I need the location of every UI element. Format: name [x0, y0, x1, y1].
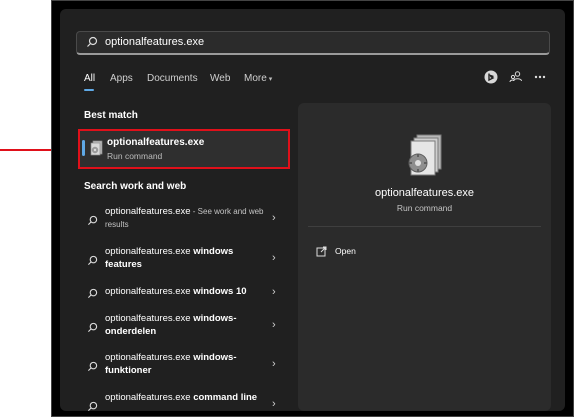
- chevron-right-icon[interactable]: ›: [272, 398, 276, 410]
- best-match-heading: Best match: [84, 110, 138, 121]
- web-result-query: optionalfeatures.exe: [105, 246, 194, 257]
- web-result-text: optionalfeatures.exe - See work and web …: [105, 205, 265, 231]
- app-icon: [90, 140, 103, 156]
- tab-active-indicator: [84, 89, 94, 91]
- preview-subtitle: Run command: [396, 203, 453, 213]
- web-result-query: optionalfeatures.exe: [105, 286, 194, 297]
- preview-title: optionalfeatures.exe: [374, 187, 475, 199]
- web-result[interactable]: optionalfeatures.exe - See work and web …: [78, 205, 290, 243]
- chevron-right-icon[interactable]: ›: [272, 212, 276, 224]
- web-result-text: optionalfeatures.exe windows-funktioner: [105, 351, 265, 377]
- chevron-right-icon[interactable]: ›: [272, 286, 276, 298]
- more-icon[interactable]: [534, 75, 546, 79]
- web-result-text: optionalfeatures.exe windows-onderdelen: [105, 312, 265, 338]
- web-result[interactable]: optionalfeatures.exe windows-onderdelen …: [78, 312, 290, 350]
- search-icon: [87, 288, 98, 299]
- search-panel: optionalfeatures.exe All Apps Documents …: [60, 9, 565, 411]
- chevron-right-icon[interactable]: ›: [272, 252, 276, 264]
- top-right-icons: [60, 69, 565, 89]
- bing-icon[interactable]: [484, 70, 498, 84]
- search-icon: [87, 361, 98, 372]
- best-match-title: optionalfeatures.exe: [107, 137, 205, 148]
- divider: [308, 226, 541, 227]
- start-search-window: optionalfeatures.exe All Apps Documents …: [51, 0, 574, 417]
- web-result[interactable]: optionalfeatures.exe windows features ›: [78, 245, 290, 283]
- web-result-query: optionalfeatures.exe: [105, 313, 194, 324]
- chevron-right-icon[interactable]: ›: [272, 358, 276, 370]
- open-button[interactable]: Open: [316, 244, 356, 262]
- search-input[interactable]: optionalfeatures.exe: [76, 31, 550, 55]
- web-result-text: optionalfeatures.exe windows features: [105, 245, 265, 271]
- search-query: optionalfeatures.exe: [105, 36, 205, 48]
- selection-accent: [82, 140, 85, 156]
- search-icon: [87, 255, 98, 266]
- web-result[interactable]: optionalfeatures.exe command line ›: [78, 391, 290, 411]
- search-icon: [87, 36, 98, 47]
- best-match-subtitle: Run command: [107, 151, 163, 161]
- preview-pane: optionalfeatures.exe Run command Open: [298, 103, 551, 411]
- app-icon: [408, 134, 442, 176]
- search-icon: [87, 401, 98, 411]
- open-label: Open: [335, 246, 356, 256]
- open-icon: [316, 246, 327, 257]
- web-result-query: optionalfeatures.exe: [105, 206, 191, 217]
- web-result-suggestion: windows 10: [193, 286, 247, 297]
- web-result-text: optionalfeatures.exe command line: [105, 391, 265, 404]
- search-web-heading: Search work and web: [84, 181, 187, 192]
- web-result-suggestion: command line: [193, 392, 258, 403]
- web-result-text: optionalfeatures.exe windows 10: [105, 285, 265, 298]
- web-result-query: optionalfeatures.exe: [105, 392, 194, 403]
- web-result-query: optionalfeatures.exe: [105, 352, 194, 363]
- account-icon[interactable]: [509, 70, 523, 84]
- search-icon: [87, 322, 98, 333]
- search-icon: [87, 215, 98, 226]
- chevron-right-icon[interactable]: ›: [272, 319, 276, 331]
- best-match-item[interactable]: optionalfeatures.exe Run command: [78, 129, 290, 169]
- web-result[interactable]: optionalfeatures.exe windows-funktioner …: [78, 351, 290, 389]
